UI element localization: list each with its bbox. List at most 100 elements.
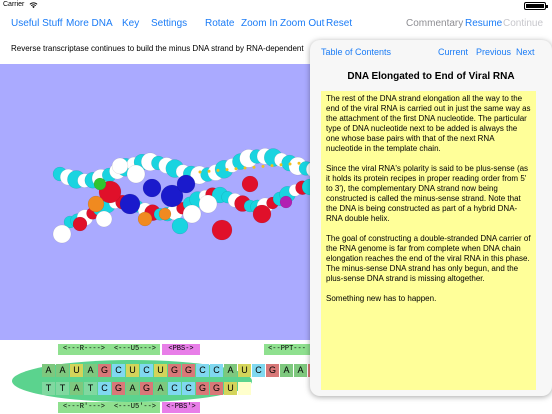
bond-marker <box>261 164 265 168</box>
region-tag: <---R'---> <box>58 402 110 413</box>
nucleotide: C <box>182 382 195 395</box>
nucleotide: A <box>294 364 307 377</box>
settings-button[interactable]: Settings <box>151 18 187 29</box>
bond-marker <box>198 170 202 174</box>
region-tag: <-PBS'> <box>162 402 200 413</box>
nucleotide: G <box>196 382 209 395</box>
bond-marker <box>216 168 220 172</box>
nucleotide: U <box>238 364 251 377</box>
wifi-icon <box>29 2 38 9</box>
atom-sphere <box>279 195 293 209</box>
nucleotide: A <box>126 382 139 395</box>
nucleotide: A <box>42 364 55 377</box>
bond-marker <box>279 163 283 167</box>
next-button[interactable]: Next <box>516 47 535 57</box>
nucleotide: T <box>84 382 97 395</box>
bond-marker <box>270 164 274 168</box>
nucleotide: C <box>98 382 111 395</box>
nucleotide: T <box>42 382 55 395</box>
nucleotide: U <box>154 364 167 377</box>
nucleotide <box>238 382 251 395</box>
previous-button[interactable]: Previous <box>476 47 511 57</box>
atom-sphere <box>72 216 88 232</box>
table-of-contents-button[interactable]: Table of Contents <box>321 47 391 57</box>
nucleotide: G <box>182 364 195 377</box>
atom-sphere <box>198 194 218 214</box>
reset-button[interactable]: Reset <box>326 18 352 29</box>
atom-sphere <box>252 204 272 224</box>
atom-sphere <box>111 157 129 175</box>
nucleotide: A <box>224 364 237 377</box>
nucleotide: T <box>56 382 69 395</box>
atom-sphere <box>95 210 113 228</box>
commentary-paragraph: The goal of constructing a double-strand… <box>326 234 531 283</box>
bond-marker <box>243 166 247 170</box>
nucleotide: G <box>112 382 125 395</box>
atom-sphere <box>158 207 172 221</box>
atom-sphere <box>119 193 141 215</box>
zoom-in-button[interactable]: Zoom In <box>241 18 278 29</box>
nucleotide: C <box>140 364 153 377</box>
app-screen: Carrier Useful Stuff More DNA Key Settin… <box>0 0 552 414</box>
region-tag: <--PPT--- <box>264 344 310 355</box>
nucleotide: C <box>252 364 265 377</box>
bond-marker <box>234 167 238 171</box>
resume-button[interactable]: Resume <box>465 18 502 29</box>
zoom-out-button[interactable]: Zoom Out <box>280 18 324 29</box>
nucleotide: G <box>168 364 181 377</box>
region-tag: <---R----> <box>58 344 110 355</box>
battery-icon <box>524 2 548 10</box>
nucleotide: A <box>84 364 97 377</box>
atom-sphere <box>87 195 105 213</box>
bond-marker <box>288 162 292 166</box>
commentary-title: DNA Elongated to End of Viral RNA <box>347 71 515 82</box>
useful-stuff-button[interactable]: Useful Stuff <box>11 18 63 29</box>
bond-marker <box>297 161 301 165</box>
nucleotide: C <box>196 364 209 377</box>
bond-marker <box>252 165 256 169</box>
atom-sphere <box>176 174 196 194</box>
atom-sphere <box>171 217 189 235</box>
popover-nav: Table of Contents Current Previous Next <box>310 40 552 64</box>
nucleotide: U <box>70 364 83 377</box>
nucleotide: G <box>98 364 111 377</box>
commentary-paragraph: The rest of the DNA strand elongation al… <box>326 94 531 153</box>
rotate-button[interactable]: Rotate <box>205 18 234 29</box>
nucleotide: C <box>168 382 181 395</box>
atom-sphere <box>126 164 146 184</box>
nucleotide: C <box>112 364 125 377</box>
toolbar: Useful Stuff More DNA Key Settings Rotat… <box>0 12 552 38</box>
key-button[interactable]: Key <box>122 18 139 29</box>
nucleotide: A <box>280 364 293 377</box>
commentary-paragraph: Since the viral RNA's polarity is said t… <box>326 164 529 223</box>
nucleotide: G <box>210 382 223 395</box>
nucleotide: G <box>140 382 153 395</box>
carrier-label: Carrier <box>3 1 25 8</box>
commentary-paragraph: Something new has to happen. <box>326 294 437 303</box>
nucleotide: G <box>266 364 279 377</box>
commentary-button[interactable]: Commentary <box>406 18 463 29</box>
bond-marker <box>207 169 211 173</box>
atom-sphere <box>241 175 259 193</box>
commentary-popover: Table of Contents Current Previous Next … <box>310 40 552 396</box>
nucleotide: A <box>154 382 167 395</box>
current-button[interactable]: Current <box>438 47 468 57</box>
region-tag: <PBS-> <box>162 344 200 355</box>
commentary-text[interactable]: The rest of the DNA strand elongation al… <box>321 91 536 390</box>
nucleotide: A <box>56 364 69 377</box>
atom-sphere <box>211 219 233 241</box>
continue-button[interactable]: Continue <box>503 18 543 29</box>
more-dna-button[interactable]: More DNA <box>66 18 113 29</box>
nucleotide: C <box>210 364 223 377</box>
nucleotide: U <box>126 364 139 377</box>
atom-sphere <box>93 177 107 191</box>
atom-sphere <box>52 224 72 244</box>
region-tag: <---U5---> <box>110 344 160 355</box>
region-tag: <---U5'--> <box>110 402 160 413</box>
atom-sphere <box>142 178 162 198</box>
atom-sphere <box>137 211 153 227</box>
nucleotide: A <box>70 382 83 395</box>
bond-marker <box>225 168 229 172</box>
nucleotide: U <box>224 382 237 395</box>
step-caption: Reverse transcriptase continues to build… <box>11 44 304 53</box>
